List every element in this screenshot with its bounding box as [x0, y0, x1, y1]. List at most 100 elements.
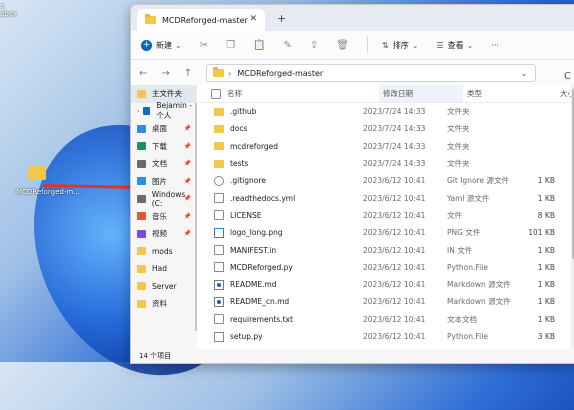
pin-icon: 📌 [183, 177, 191, 185]
document-icon [214, 314, 224, 325]
folder-icon [137, 247, 146, 256]
file-explorer-window: MCDReforged-master ✕ + + 新建 ⌄ ✂ ❐ 📋 ✎ ⇪ … [130, 4, 574, 364]
column-size[interactable]: 大小 [533, 88, 574, 99]
delete-icon[interactable]: 🗑 [336, 40, 349, 51]
file-row[interactable]: .readthedocs.yml 2023/6/12 10:41 Yaml 源文件 1… [197, 189, 574, 206]
chevron-down-icon: ⌄ [175, 40, 182, 50]
chevron-down-icon[interactable]: ⌄ [520, 69, 527, 78]
file-name: logo_long.png [230, 228, 283, 238]
file-row[interactable]: LICENSE 2023/6/12 10:41 文件 8 KB [197, 207, 574, 224]
sidebar-item[interactable]: 资料 [131, 295, 197, 313]
sidebar-item[interactable]: 主文件夹 [131, 85, 197, 103]
sidebar-item[interactable]: › Bejamin - 个人 [131, 101, 197, 120]
file-row[interactable]: MCDReforged.py 2023/6/12 10:41 Python.File… [197, 259, 574, 276]
pin-icon: 📌 [183, 212, 191, 220]
file-row[interactable]: mcdreforged 2023/7/24 14:33 文件夹 [197, 138, 574, 155]
up-arrow-icon[interactable]: ↑ [184, 68, 192, 79]
file-row[interactable]: README.md 2023/6/12 10:41 Markdown 源文件 1 KB [197, 276, 574, 293]
sidebar-item[interactable]: Server [131, 278, 197, 296]
sidebar-item[interactable]: 图片 📌 [131, 173, 197, 191]
file-type: 文件 [447, 210, 462, 220]
sidebar-item[interactable]: 视频 📌 [131, 225, 197, 243]
desktop-label-top: e [0, 2, 5, 10]
image-file-icon [214, 227, 224, 238]
file-row[interactable]: setup.py 2023/6/12 10:41 Python.File 3 KB [197, 328, 574, 345]
refresh-icon[interactable]: C [564, 71, 571, 82]
desktop-file-icon[interactable] [28, 166, 46, 180]
sidebar-item[interactable]: Windows (C: 📌 [131, 190, 197, 208]
file-row[interactable]: logo_long.png 2023/6/12 10:41 PNG 文件 101 KB [197, 224, 574, 241]
file-size: 3 KB [537, 332, 555, 341]
sidebar-item[interactable]: 音乐 📌 [131, 208, 197, 226]
chevron-down-icon: ⌄ [411, 40, 419, 50]
column-type[interactable]: 类型 [463, 88, 533, 99]
share-icon[interactable]: ⇪ [310, 40, 318, 51]
column-name[interactable]: 名称 [227, 88, 379, 99]
sidebar-item-label: 桌面 [152, 124, 167, 134]
more-button[interactable]: ··· [491, 41, 499, 50]
file-name: MCDReforged.py [230, 262, 293, 272]
folder-icon [137, 264, 146, 273]
rename-icon[interactable]: ✎ [284, 40, 292, 51]
column-date[interactable]: 修改日期 [379, 85, 463, 102]
sidebar-item-label: 音乐 [152, 211, 167, 221]
copy-icon[interactable]: ❐ [226, 40, 235, 51]
navigation-pane: 主文件夹 › Bejamin - 个人 桌面 📌 下载 📌 文档 📌 图片 📌 Windows (C:… [131, 85, 197, 349]
file-size: 1 KB [537, 262, 555, 272]
tab-mcdreforged-master[interactable]: MCDReforged-master ✕ [137, 9, 265, 31]
item-count: 14 个项目 [139, 352, 172, 360]
cut-icon[interactable]: ✂ [200, 40, 208, 51]
paste-icon[interactable]: 📋 [253, 40, 265, 51]
folder-icon [214, 124, 224, 133]
folder-icon [214, 142, 224, 151]
sidebar-item[interactable]: Had [131, 260, 197, 278]
file-row[interactable]: .github 2023/7/24 14:33 文件夹 [197, 103, 574, 120]
forward-arrow-icon[interactable]: → [161, 68, 169, 79]
file-row[interactable]: requirements.txt 2023/6/12 10:41 文本文档 1 KB [197, 311, 574, 328]
new-tab-button[interactable]: + [277, 12, 286, 25]
file-type: Yaml 源文件 [447, 193, 490, 203]
file-type: PNG 文件 [447, 228, 481, 238]
file-row[interactable]: README_cn.md 2023/6/12 10:41 Markdown 源文件 1… [197, 293, 574, 310]
file-row[interactable]: tests 2023/7/24 14:33 文件夹 [197, 155, 574, 172]
file-size: 1 KB [537, 176, 555, 186]
file-size: 1 KB [537, 245, 555, 255]
address-bar[interactable]: › MCDReforged-master ⌄ [206, 64, 537, 82]
file-name: README.md [230, 280, 277, 290]
sidebar-item[interactable]: 桌面 📌 [131, 120, 197, 138]
file-date: 2023/6/12 10:41 [363, 280, 426, 290]
view-icon: ☰ [436, 40, 444, 50]
title-bar: MCDReforged-master ✕ + [131, 5, 574, 31]
view-button[interactable]: ☰ 查看 ⌄ [436, 40, 473, 51]
new-button[interactable]: + 新建 ⌄ [141, 39, 182, 51]
file-row[interactable]: docs 2023/7/24 14:33 文件夹 [197, 120, 574, 137]
folder-icon [137, 299, 146, 308]
sidebar-item[interactable]: 下载 📌 [131, 138, 197, 156]
file-type: IN 文件 [447, 245, 473, 255]
file-date: 2023/6/12 10:41 [363, 332, 426, 341]
desktop-file-label[interactable]: MCDReforged-m... [16, 188, 80, 196]
sidebar-item[interactable]: mods [131, 243, 197, 261]
file-row[interactable]: .gitignore 2023/6/12 10:41 Git Ignore 源文件 1… [197, 172, 574, 189]
sidebar-item-label: 下载 [152, 141, 167, 151]
sidebar-item-label: 主文件夹 [152, 89, 182, 99]
chevron-right-icon[interactable]: › [137, 108, 139, 115]
select-all-checkbox[interactable] [211, 88, 221, 99]
document-icon [214, 245, 224, 256]
pin-icon: 📌 [183, 230, 191, 238]
file-type: Markdown 源文件 [447, 297, 511, 307]
file-date: 2023/6/12 10:41 [363, 245, 426, 255]
python-file-icon [214, 262, 224, 273]
close-icon[interactable]: ✕ [249, 14, 257, 24]
file-date: 2023/6/12 10:41 [363, 193, 426, 203]
home-icon [137, 89, 146, 98]
sort-icon: ⇅ [382, 40, 389, 50]
sidebar-item[interactable]: 文档 📌 [131, 155, 197, 173]
back-arrow-icon[interactable]: ← [139, 68, 147, 79]
sort-button[interactable]: ⇅ 排序 ⌄ [382, 40, 418, 51]
pin-icon: 📌 [183, 195, 191, 203]
chevron-right-icon: › [228, 68, 232, 78]
explorer-body: 主文件夹 › Bejamin - 个人 桌面 📌 下载 📌 文档 📌 图片 📌 Windows (C:… [131, 85, 574, 349]
file-row[interactable]: MANIFEST.in 2023/6/12 10:41 IN 文件 1 KB [197, 241, 574, 258]
folder-icon [214, 159, 224, 168]
